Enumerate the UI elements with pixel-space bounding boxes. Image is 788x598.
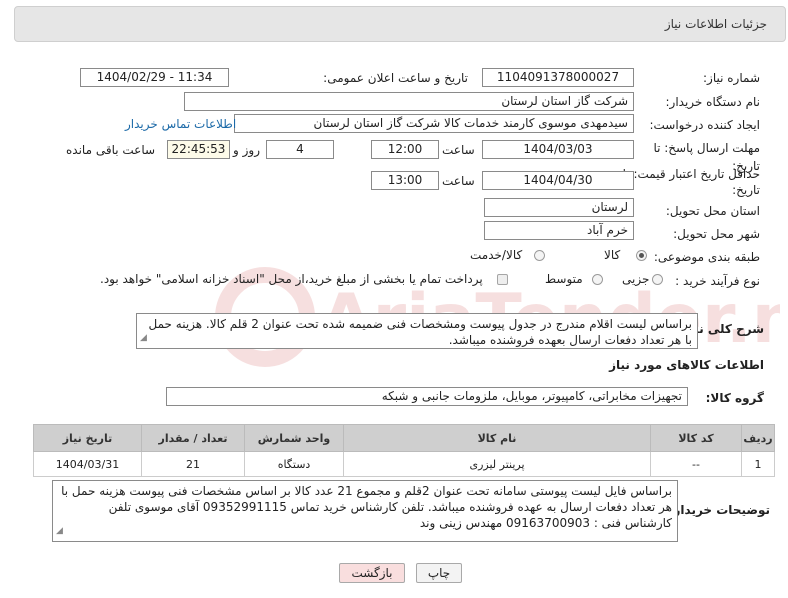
days-label: روز و	[233, 143, 260, 157]
requester-label: ایجاد کننده درخواست:	[649, 118, 760, 132]
process-radio-medium[interactable]	[592, 274, 603, 285]
col-name-header: نام کالا	[343, 424, 651, 452]
buyer-org-label: نام دستگاه خریدار:	[665, 95, 761, 109]
deadline-time-field: 12:00	[371, 140, 439, 159]
description-textarea[interactable]: براساس لیست اقلام مندرج در جدول پیوست وم…	[136, 313, 698, 349]
price-validity-time-label: ساعت	[442, 174, 475, 188]
announce-field: 1404/02/29 - 11:34	[80, 68, 229, 87]
resize-handle-icon: ◢	[140, 333, 147, 343]
remaining-time-field: 22:45:53	[167, 140, 230, 159]
buyer-notes-label: توضیحات خریدار:	[668, 503, 770, 517]
category-radio-goods[interactable]	[636, 250, 647, 261]
buyer-contact-link[interactable]: اطلاعات تماس خریدار	[125, 117, 236, 131]
col-code-header: کد کالا	[650, 424, 742, 452]
col-date-header: تاریخ نیاز	[33, 424, 142, 452]
price-validity-time-field: 13:00	[371, 171, 439, 190]
description-text: براساس لیست اقلام مندرج در جدول پیوست وم…	[148, 317, 693, 347]
cell-qty: 21	[141, 451, 245, 477]
goods-group-label: گروه کالا:	[705, 391, 764, 405]
process-option-minor: جزیی	[622, 272, 650, 286]
cell-name: پرینتر لیزری	[343, 451, 651, 477]
goods-group-field: تجهیزات مخابراتی، کامپیوتر، موبایل، ملزو…	[166, 387, 688, 406]
items-table: ردیف کد کالا نام کالا واحد شمارش تعداد /…	[33, 424, 775, 477]
goods-section-title: اطلاعات کالاهای مورد نیاز	[609, 358, 764, 372]
table-header-row: ردیف کد کالا نام کالا واحد شمارش تعداد /…	[33, 424, 775, 452]
buyer-notes-text: براساس فایل لیست پیوستی سامانه تحت عنوان…	[61, 484, 672, 530]
cell-unit: دستگاه	[244, 451, 344, 477]
buyer-org-field: شرکت گاز استان لرستان	[184, 92, 634, 111]
need-number-label: شماره نیاز:	[703, 71, 760, 85]
table-row: 1 -- پرینتر لیزری دستگاه 21 1404/03/31	[33, 451, 775, 477]
category-option-goods: کالا	[604, 248, 621, 262]
remaining-label: ساعت باقی مانده	[66, 143, 156, 157]
col-row-header: ردیف	[741, 424, 775, 452]
city-field: خرم آباد	[484, 221, 634, 240]
payment-note: پرداخت تمام یا بخشی از مبلغ خرید،از محل …	[100, 272, 483, 286]
category-label: طبقه بندی موضوعی:	[653, 250, 760, 264]
category-radio-goods-service[interactable]	[534, 250, 545, 261]
process-radio-minor[interactable]	[652, 274, 663, 285]
col-qty-header: تعداد / مقدار	[141, 424, 245, 452]
page-header: جزئیات اطلاعات نیاز	[14, 6, 786, 42]
buyer-notes-textarea[interactable]: براساس فایل لیست پیوستی سامانه تحت عنوان…	[52, 480, 678, 542]
cell-date: 1404/03/31	[33, 451, 142, 477]
category-option-goods-service: کالا/خدمت	[470, 248, 523, 262]
deadline-date-field: 1404/03/03	[482, 140, 634, 159]
province-label: استان محل تحویل:	[665, 204, 760, 218]
price-validity-date-field: 1404/04/30	[482, 171, 634, 190]
price-validity-label: حداقل تاریخ اعتبار قیمت: تا تاریخ:	[622, 167, 760, 197]
cell-code: --	[650, 451, 742, 477]
page-title: جزئیات اطلاعات نیاز	[664, 17, 767, 31]
deadline-time-label: ساعت	[442, 143, 475, 157]
announce-label: تاریخ و ساعت اعلان عمومی:	[323, 71, 468, 85]
process-option-medium: متوسط	[545, 272, 583, 286]
col-unit-header: واحد شمارش	[244, 424, 344, 452]
requester-field: سیدمهدی موسوی کارمند خدمات کالا شرکت گاز…	[234, 114, 634, 133]
process-label: نوع فرآیند خرید :	[675, 274, 760, 288]
back-button[interactable]: بازگشت	[339, 563, 405, 583]
need-number-field: 1104091378000027	[482, 68, 634, 87]
cell-row: 1	[741, 451, 775, 477]
days-field: 4	[266, 140, 334, 159]
province-field: لرستان	[484, 198, 634, 217]
city-label: شهر محل تحویل:	[673, 227, 760, 241]
print-button[interactable]: چاپ	[416, 563, 462, 583]
treasury-payment-checkbox[interactable]	[497, 274, 508, 285]
resize-handle-icon: ◢	[56, 526, 63, 536]
